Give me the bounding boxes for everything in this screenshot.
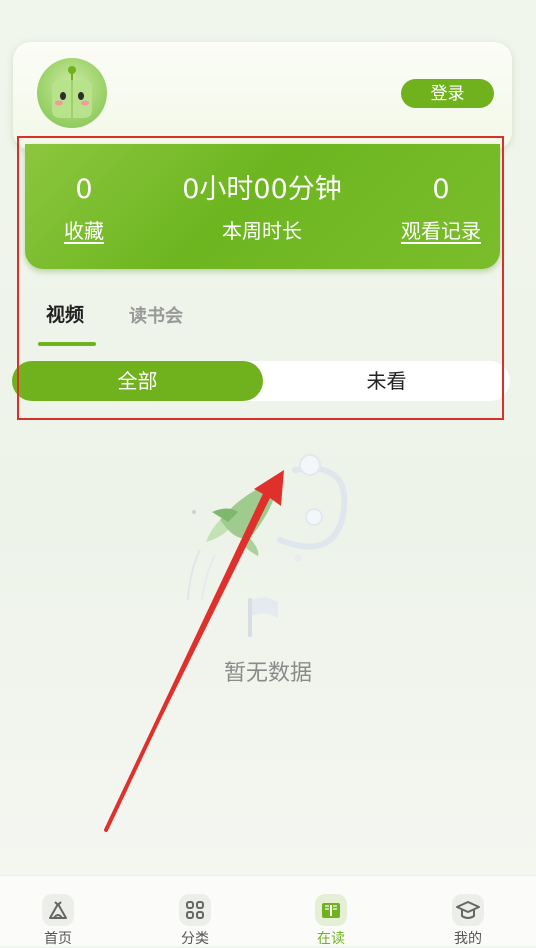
tab-video[interactable]: 视频: [46, 300, 84, 327]
history-stat[interactable]: 0 观看记录: [395, 174, 487, 244]
empty-state-text: 暂无数据: [223, 661, 312, 686]
graduation-cap-icon: [452, 894, 484, 926]
weekly-time-value: 0小时00分钟: [182, 174, 342, 205]
weekly-time-label: 本周时长: [222, 219, 302, 243]
home-icon: [42, 894, 74, 926]
nav-item-reading[interactable]: 在读: [291, 876, 371, 947]
login-button[interactable]: 登录: [401, 79, 494, 108]
mascot-icon: [52, 66, 92, 118]
nav-item-category[interactable]: 分类: [155, 876, 235, 947]
avatar[interactable]: [37, 58, 107, 128]
favorites-count: 0: [75, 174, 93, 205]
tab-book-club[interactable]: 读书会: [129, 302, 183, 328]
empty-rocket-icon: [187, 454, 348, 637]
stats-panel: 0 收藏 0小时00分钟 本周时长 0 观看记录: [25, 144, 500, 269]
history-link[interactable]: 观看记录: [395, 218, 487, 244]
filter-unwatched-button[interactable]: 未看: [263, 361, 510, 401]
nav-label-reading: 在读: [317, 931, 345, 947]
category-grid-icon: [179, 894, 211, 926]
nav-label-category: 分类: [181, 931, 209, 947]
tab-indicator: [38, 342, 96, 346]
flag-icon: [248, 597, 278, 637]
nav-item-home[interactable]: 首页: [18, 876, 98, 947]
nav-label-mine: 我的: [454, 931, 482, 947]
profile-card: 登录: [13, 42, 512, 150]
favorites-link[interactable]: 收藏: [53, 218, 115, 244]
nav-item-mine[interactable]: 我的: [428, 876, 508, 947]
favorites-stat[interactable]: 0 收藏: [53, 174, 115, 244]
weekly-time-stat: 0小时00分钟 本周时长: [162, 174, 362, 244]
history-count: 0: [432, 174, 450, 205]
watch-filter: 全部 未看: [12, 361, 510, 401]
book-open-icon: [315, 894, 347, 926]
nav-label-home: 首页: [44, 931, 72, 947]
bottom-nav: 首页 分类 在读 我的: [0, 875, 536, 947]
filter-all-button[interactable]: 全部: [12, 361, 263, 401]
